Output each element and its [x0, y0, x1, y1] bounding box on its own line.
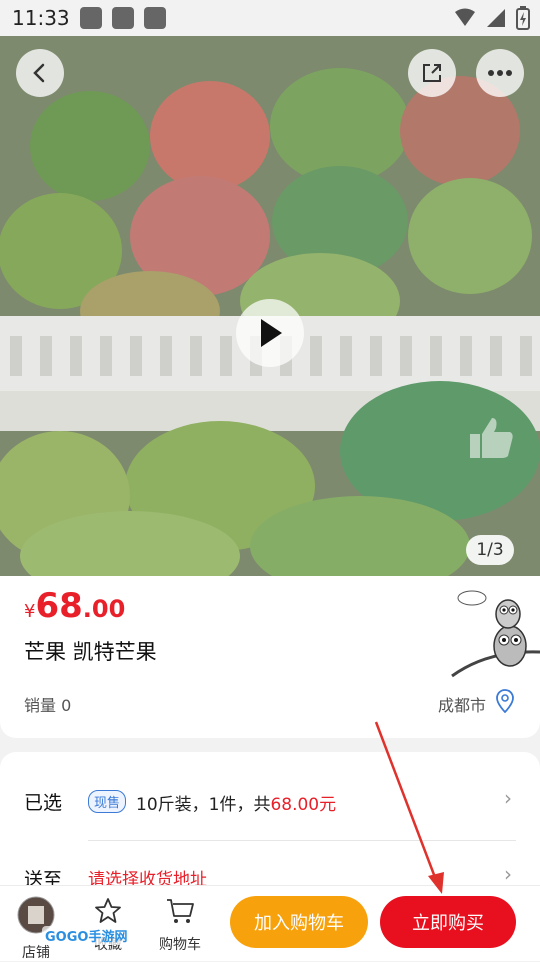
owl-mascot-icon	[451, 590, 540, 678]
share-button[interactable]	[408, 49, 456, 97]
star-icon	[95, 898, 121, 923]
app-notification-icon	[143, 7, 166, 29]
divider	[88, 840, 516, 841]
stock-tag: 现售	[88, 790, 127, 813]
product-info-card: ¥68.00 芒果 凯特芒果 销量 0 成都市	[0, 576, 540, 738]
back-button[interactable]	[16, 49, 64, 97]
buy-now-button[interactable]: 立即购买	[380, 896, 516, 948]
currency-symbol: ¥	[24, 601, 36, 622]
image-notification-icon	[111, 7, 134, 29]
product-image-gallery[interactable]: 1/3	[0, 36, 540, 576]
selected-total: 68.00元	[270, 795, 337, 815]
notification-icon	[79, 7, 102, 29]
add-to-cart-button[interactable]: 加入购物车	[230, 896, 368, 948]
cart-label: 购物车	[159, 937, 201, 953]
selected-spec[interactable]: 10斤装，1件，共68.00元	[136, 790, 336, 815]
selected-spec-text: 10斤装，1件，共	[136, 795, 271, 815]
location-pin-icon[interactable]	[496, 689, 514, 713]
play-icon	[261, 319, 282, 347]
price-decimal: .00	[82, 595, 126, 623]
product-price: ¥68.00	[24, 586, 125, 626]
cart-icon	[167, 899, 194, 923]
image-counter: 1/3	[466, 535, 514, 565]
battery-icon	[516, 6, 530, 30]
more-icon	[488, 70, 512, 76]
play-video-button[interactable]	[236, 299, 304, 367]
watermark-logo: GOGO手游网	[42, 926, 131, 945]
bottom-action-bar: 店铺 收藏 购物车 加入购物车 立即购买	[0, 885, 540, 961]
location-label: 成都市	[437, 696, 486, 715]
more-button[interactable]	[476, 49, 524, 97]
status-time: 11:33	[12, 6, 70, 30]
product-title: 芒果 凯特芒果	[24, 640, 157, 664]
wifi-icon	[455, 8, 475, 26]
selected-label: 已选	[24, 792, 63, 814]
cart-nav-button[interactable]: 购物车	[152, 896, 208, 954]
chevron-left-icon	[33, 63, 45, 83]
favorite-nav-button[interactable]: 收藏	[80, 896, 136, 954]
thumbs-up-icon[interactable]	[466, 414, 516, 460]
chevron-right-icon[interactable]: ›	[504, 862, 512, 886]
store-label: 店铺	[22, 945, 50, 961]
price-integer: 68	[35, 586, 83, 626]
sales-count: 销量 0	[24, 696, 72, 715]
status-bar: 11:33	[0, 0, 540, 36]
signal-icon	[487, 9, 505, 27]
share-icon	[423, 64, 441, 82]
chevron-right-icon[interactable]: ›	[504, 786, 512, 810]
